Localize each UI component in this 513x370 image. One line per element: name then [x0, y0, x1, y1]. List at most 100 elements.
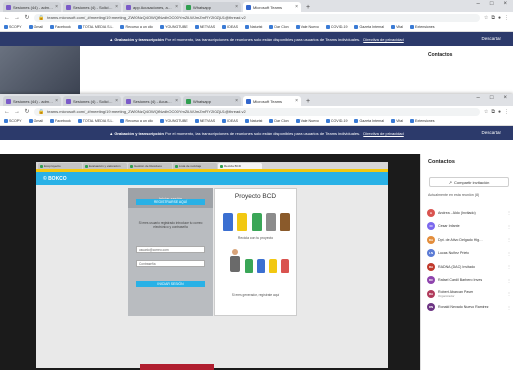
- bookmark[interactable]: Vale Nuevo: [295, 119, 319, 123]
- bookmark[interactable]: SCOPY: [4, 25, 22, 29]
- tab-close-icon[interactable]: ×: [175, 4, 178, 10]
- privacy-link[interactable]: Directiva de privacidad: [363, 131, 403, 136]
- bookmark[interactable]: Recurso a un clic: [120, 25, 153, 29]
- bookmark[interactable]: SCOPY: [4, 119, 22, 123]
- close-window-icon[interactable]: ×: [503, 1, 507, 7]
- participant-item[interactable]: DA Dpt. de Ativo Delgado Hig… ⋮: [427, 233, 511, 247]
- tab-close-icon[interactable]: ×: [235, 4, 238, 10]
- back-tab[interactable]: Sesiones (4) - Solicitud Bash×: [63, 2, 121, 12]
- tab-close-icon[interactable]: ×: [55, 98, 58, 104]
- back-tab[interactable]: app Acusaciones, acusados×: [123, 2, 181, 12]
- more-options-icon[interactable]: ⋮: [507, 237, 511, 242]
- dismiss-button[interactable]: Descartar: [481, 36, 501, 41]
- bookmark[interactable]: Naturist: [245, 119, 262, 123]
- front-tab[interactable]: Sesiones (4) - Acusacionalk×: [123, 96, 181, 106]
- bookmark[interactable]: IDEAS: [222, 25, 238, 29]
- share-control-bar[interactable]: [140, 364, 214, 370]
- privacy-link[interactable]: Directiva de privacidad: [363, 37, 403, 42]
- bookmark[interactable]: Extensiones: [410, 25, 435, 29]
- bookmark[interactable]: NETVIAS: [194, 119, 215, 123]
- maximize-icon[interactable]: □: [490, 1, 494, 7]
- back-tab-active[interactable]: Microsoft Teams ×: [243, 2, 301, 12]
- bookmark[interactable]: TOTAL MEDIA S.L.: [77, 25, 113, 29]
- green-bin-icon: [245, 259, 253, 273]
- bookmark[interactable]: Facebook: [49, 119, 71, 123]
- tab-favicon-icon: [220, 164, 223, 168]
- back-arrow-icon[interactable]: ←: [4, 109, 10, 115]
- bookmark[interactable]: TOTAL MEDIA S.L.: [77, 119, 113, 123]
- participant-item[interactable]: RA Robert Abarcan Paver Organizador ⋮: [427, 287, 511, 301]
- more-options-icon[interactable]: ⋮: [507, 291, 511, 296]
- bookmark[interactable]: Recurso a un clic: [120, 119, 153, 123]
- bookmark[interactable]: Gazeta Internal: [354, 25, 384, 29]
- participant-item[interactable]: RN Ronald Nevado Nuevo Ramirez ⋮: [427, 301, 511, 315]
- more-options-icon[interactable]: ⋮: [507, 224, 511, 229]
- back-tab[interactable]: Sesiones (44) - admin.Loggin×: [3, 2, 61, 12]
- bookmark[interactable]: COVID-19: [325, 119, 347, 123]
- more-options-icon[interactable]: ⋮: [507, 251, 511, 256]
- participant-item[interactable]: LN Lucas Nuñez Prieto ⋮: [427, 247, 511, 261]
- bookmark[interactable]: Vital: [391, 119, 403, 123]
- tab-close-icon[interactable]: ×: [55, 4, 58, 10]
- minimize-icon[interactable]: –: [477, 95, 480, 101]
- bookmark[interactable]: Vital: [391, 25, 403, 29]
- reload-icon[interactable]: ↻: [24, 108, 30, 115]
- front-tab[interactable]: Whatsapp ×: [183, 96, 241, 106]
- bookmark[interactable]: Dar Clon: [269, 25, 289, 29]
- url-field[interactable]: 🔒 teams.microsoft.com/_#/meeting/19:meet…: [34, 107, 480, 116]
- bookmark[interactable]: IDEAS: [222, 119, 238, 123]
- tab-close-icon[interactable]: ×: [115, 98, 118, 104]
- bookmark[interactable]: COVID-19: [325, 25, 347, 29]
- bookmark[interactable]: YOUNGTUBE: [160, 119, 188, 123]
- back-arrow-icon[interactable]: ←: [4, 15, 10, 21]
- profile-icon[interactable]: ●: [498, 15, 501, 21]
- participant-item[interactable]: RC Rafael Cardil Barbero Inves ⋮: [427, 274, 511, 288]
- tab-close-icon[interactable]: ×: [295, 98, 298, 104]
- more-options-icon[interactable]: ⋮: [507, 278, 511, 283]
- maximize-icon[interactable]: □: [490, 95, 494, 101]
- star-icon[interactable]: ☆: [484, 15, 488, 21]
- participant-item[interactable]: CI Cesar Infante ⋮: [427, 220, 511, 234]
- more-options-icon[interactable]: ⋮: [507, 210, 511, 215]
- back-browser-window: Sesiones (44) - admin.Loggin× Sesiones (…: [0, 0, 513, 100]
- new-tab-icon[interactable]: +: [303, 4, 313, 12]
- bookmark[interactable]: Gmail: [28, 119, 43, 123]
- bookmark[interactable]: Gmail: [28, 25, 43, 29]
- front-tab[interactable]: Sesiones (4) - Solicitud Bash×: [63, 96, 121, 106]
- reload-icon[interactable]: ↻: [24, 14, 30, 21]
- dismiss-button[interactable]: Descartar: [481, 130, 501, 135]
- forward-arrow-icon[interactable]: →: [14, 15, 20, 21]
- bookmark[interactable]: YOUNGTUBE: [160, 25, 188, 29]
- bookmark[interactable]: Dar Clon: [269, 119, 289, 123]
- url-field[interactable]: 🔒 teams.microsoft.com/_#/meeting/19:meet…: [34, 13, 480, 22]
- bookmark[interactable]: Facebook: [49, 25, 71, 29]
- menu-icon[interactable]: ⋮: [504, 109, 509, 115]
- puzzle-icon[interactable]: ⧉: [491, 15, 495, 21]
- bookmark[interactable]: Gazeta Internal: [354, 119, 384, 123]
- tab-close-icon[interactable]: ×: [115, 4, 118, 10]
- more-options-icon[interactable]: ⋮: [507, 264, 511, 269]
- front-tab-bar: Sesiones (44) - admin.Loggin× Sesiones (…: [0, 94, 513, 106]
- front-tab[interactable]: Sesiones (44) - admin.Loggin×: [3, 96, 61, 106]
- bookmark[interactable]: NETVIAS: [194, 25, 215, 29]
- profile-icon[interactable]: ●: [498, 109, 501, 115]
- share-invitation-button[interactable]: ↗ Compartir invitación: [429, 177, 509, 187]
- more-options-icon[interactable]: ⋮: [507, 305, 511, 310]
- tab-close-icon[interactable]: ×: [235, 98, 238, 104]
- back-tab[interactable]: Whatsapp ×: [183, 2, 241, 12]
- participant-item[interactable]: A Andrea - Aldo (Invitado) ⋮: [427, 206, 511, 220]
- tab-close-icon[interactable]: ×: [175, 98, 178, 104]
- bookmark[interactable]: Extensiones: [410, 119, 435, 123]
- bookmark[interactable]: Vale Nuevo: [295, 25, 319, 29]
- bookmark[interactable]: Naturist: [245, 25, 262, 29]
- participant-item[interactable]: RA RADNA (DAC) Invitado ⋮: [427, 260, 511, 274]
- new-tab-icon[interactable]: +: [303, 98, 313, 106]
- puzzle-icon[interactable]: ⧉: [491, 109, 495, 115]
- menu-icon[interactable]: ⋮: [504, 15, 509, 21]
- front-tab-active[interactable]: Microsoft Teams ×: [243, 96, 301, 106]
- minimize-icon[interactable]: –: [477, 1, 480, 7]
- forward-arrow-icon[interactable]: →: [14, 109, 20, 115]
- star-icon[interactable]: ☆: [484, 109, 488, 115]
- close-window-icon[interactable]: ×: [503, 95, 507, 101]
- tab-close-icon[interactable]: ×: [295, 4, 298, 10]
